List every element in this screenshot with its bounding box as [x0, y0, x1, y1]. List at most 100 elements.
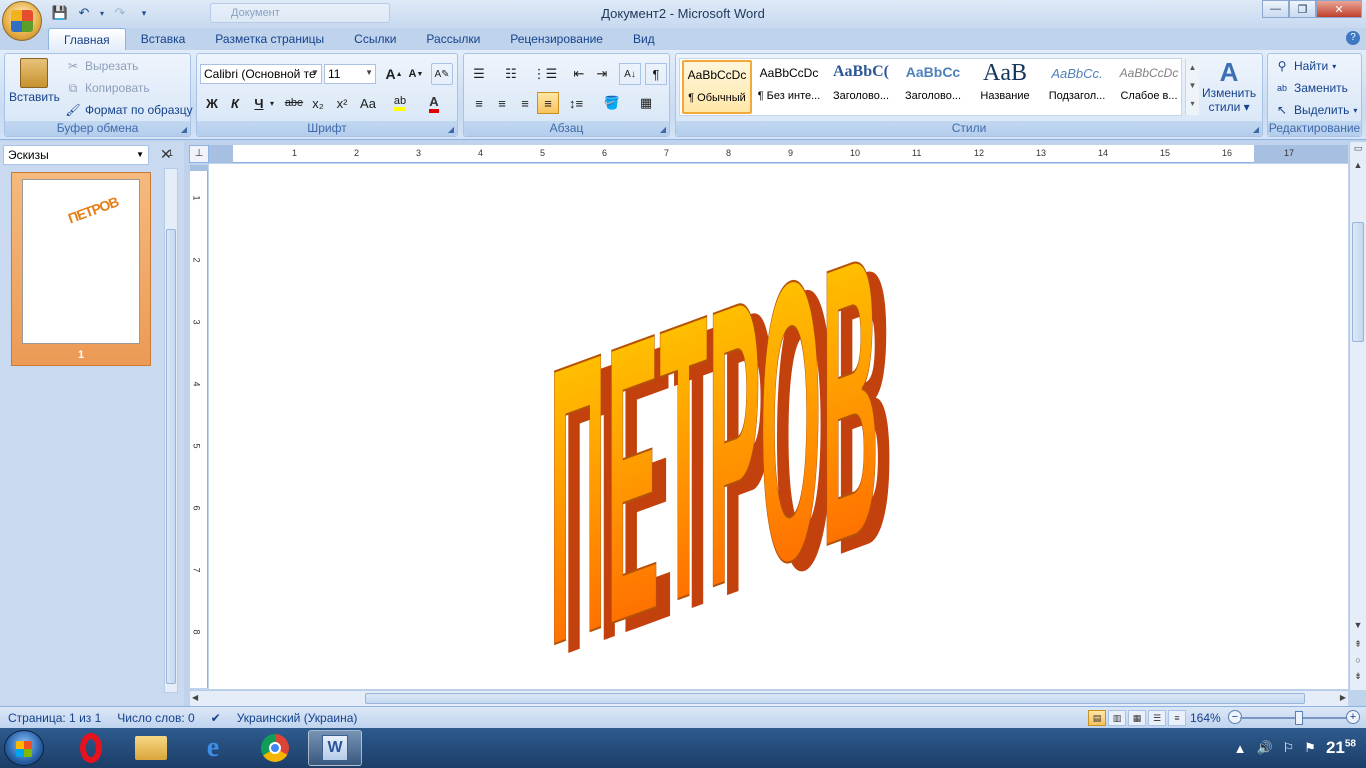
customize-qat-icon[interactable]: ▾ — [134, 4, 154, 22]
font-size-select[interactable]: 11 ▼ — [324, 64, 376, 84]
help-icon[interactable]: ? — [1346, 31, 1360, 45]
tab-review[interactable]: Рецензирование — [495, 28, 618, 50]
close-button[interactable]: ✕ — [1316, 0, 1362, 18]
pane-scroll-thumb[interactable] — [166, 229, 176, 684]
numbering-icon[interactable]: ☷ — [500, 63, 522, 85]
word-taskbar-icon[interactable]: W — [308, 730, 362, 766]
horizontal-ruler[interactable]: 1 1 2 3 4 5 6 7 8 9 10 11 12 13 14 15 16 17 — [168, 145, 1348, 163]
word-count[interactable]: Число слов: 0 — [109, 711, 202, 725]
style-normal[interactable]: AaBbCcDc ¶ Обычный — [682, 60, 752, 114]
grow-font-button[interactable]: A ▲ — [383, 63, 405, 85]
volume-icon[interactable]: 🔊 — [1256, 740, 1272, 756]
style-heading-2[interactable]: AaBbCc Заголово... — [898, 60, 968, 114]
superscript-button[interactable]: x² — [331, 92, 353, 114]
font-color-icon[interactable]: A — [423, 92, 445, 114]
web-layout-icon[interactable]: ▦ — [1128, 710, 1146, 726]
style-title[interactable]: AaB Название — [970, 60, 1040, 114]
start-button[interactable] — [4, 730, 44, 766]
network-icon[interactable]: ⚐ — [1283, 740, 1295, 756]
pane-scrollbar[interactable] — [164, 168, 178, 693]
clear-formatting-icon[interactable]: A✎ — [431, 63, 453, 85]
draft-icon[interactable]: ≡ — [1168, 710, 1186, 726]
font-name-select[interactable]: Calibri (Основной те ▼ — [200, 64, 322, 84]
browse-object-icon[interactable]: ○ — [1351, 655, 1365, 669]
format-painter-button[interactable]: 🖌 Формат по образцу — [65, 102, 192, 118]
internet-explorer-taskbar-icon[interactable]: e — [186, 730, 240, 766]
zoom-slider-knob[interactable] — [1295, 711, 1303, 725]
opera-taskbar-icon[interactable] — [64, 730, 118, 766]
justify-icon[interactable]: ≡ — [537, 92, 559, 114]
tab-home[interactable]: Главная — [48, 28, 126, 50]
scroll-right-icon[interactable]: ▶ — [1340, 693, 1346, 702]
replace-button[interactable]: ab Заменить — [1274, 80, 1348, 96]
shrink-font-button[interactable]: A ▼ — [405, 63, 427, 85]
highlight-color-icon[interactable]: ab — [389, 92, 411, 114]
underline-dropdown-icon[interactable]: ▾ — [267, 92, 277, 114]
copy-button[interactable]: ⧉ Копировать — [65, 80, 150, 96]
tab-selector[interactable]: ⊥ — [189, 145, 209, 163]
full-screen-reading-icon[interactable]: ▥ — [1108, 710, 1126, 726]
style-subtitle[interactable]: AaBbCc. Подзагол... — [1042, 60, 1112, 114]
increase-indent-icon[interactable]: ⇥ — [591, 63, 613, 85]
tab-page-layout[interactable]: Разметка страницы — [200, 28, 339, 50]
style-subtle-emphasis[interactable]: AaBbCcDc Слабое в... — [1114, 60, 1184, 114]
previous-page-icon[interactable]: ⇞ — [1351, 639, 1365, 653]
explorer-taskbar-icon[interactable] — [124, 730, 178, 766]
page-thumbnail[interactable]: ПЕТРОВ 1 — [11, 172, 151, 366]
document-page[interactable]: ПЕТРОВ ПЕТРОВ — [209, 164, 1348, 689]
bold-button[interactable]: Ж — [201, 92, 223, 114]
scroll-down-icon[interactable]: ▼ — [1351, 620, 1365, 634]
tab-insert[interactable]: Вставка — [126, 28, 201, 50]
office-button[interactable] — [2, 1, 42, 41]
horizontal-scrollbar[interactable]: ◀ ▶ — [190, 690, 1348, 706]
print-layout-icon[interactable]: ▤ — [1088, 710, 1106, 726]
decrease-indent-icon[interactable]: ⇤ — [568, 63, 590, 85]
action-center-icon[interactable]: ⚑ — [1304, 740, 1316, 756]
paste-button[interactable]: Вставить — [9, 58, 60, 104]
pane-view-select[interactable]: Эскизы ▼ — [3, 145, 149, 165]
bullets-icon[interactable]: ☰ — [468, 63, 490, 85]
align-left-icon[interactable]: ≡ — [468, 92, 490, 114]
italic-button[interactable]: К — [224, 92, 246, 114]
outline-icon[interactable]: ☰ — [1148, 710, 1166, 726]
change-styles-button[interactable]: A Изменить стили ▾ — [1202, 58, 1256, 114]
clock[interactable]: 2158 — [1326, 738, 1356, 758]
save-icon[interactable]: 💾 — [50, 4, 70, 22]
language[interactable]: Украинский (Украина) — [229, 711, 366, 725]
font-launcher-icon[interactable]: ◢ — [448, 125, 454, 134]
minimize-button[interactable]: — — [1262, 0, 1289, 18]
zoom-level[interactable]: 164% — [1190, 711, 1221, 725]
show-formatting-icon[interactable]: ¶ — [645, 63, 667, 85]
zoom-in-icon[interactable]: + — [1346, 710, 1360, 724]
align-right-icon[interactable]: ≡ — [514, 92, 536, 114]
next-page-icon[interactable]: ⇟ — [1351, 671, 1365, 685]
vertical-scrollbar[interactable]: ▭ ▲ ▼ ⇞ ○ ⇟ — [1349, 142, 1366, 690]
styles-launcher-icon[interactable]: ◢ — [1253, 125, 1259, 134]
show-hidden-icons-icon[interactable]: ▲ — [1234, 741, 1247, 756]
cut-button[interactable]: ✂ Вырезать — [65, 58, 138, 74]
wordart-object[interactable]: ПЕТРОВ ПЕТРОВ — [539, 184, 959, 664]
chrome-taskbar-icon[interactable] — [248, 730, 302, 766]
tab-references[interactable]: Ссылки — [339, 28, 411, 50]
scroll-up-icon[interactable]: ▲ — [1351, 160, 1365, 174]
style-heading-1[interactable]: AaBbC( Заголово... — [826, 60, 896, 114]
undo-icon[interactable]: ↶ — [74, 4, 94, 22]
tab-mailings[interactable]: Рассылки — [411, 28, 495, 50]
borders-icon[interactable]: ▦ — [635, 92, 657, 114]
gallery-scroll[interactable]: ▲ ▼ ▾ — [1185, 59, 1199, 115]
tab-view[interactable]: Вид — [618, 28, 670, 50]
style-no-spacing[interactable]: AaBbCcDc ¶ Без инте... — [754, 60, 824, 114]
scroll-left-icon[interactable]: ◀ — [192, 693, 198, 702]
vertical-ruler[interactable]: 1 2 3 4 5 6 7 8 — [190, 165, 208, 688]
align-center-icon[interactable]: ≡ — [491, 92, 513, 114]
maximize-button[interactable]: ❐ — [1289, 0, 1316, 18]
vertical-scroll-thumb[interactable] — [1352, 222, 1364, 342]
strikethrough-button[interactable]: abe — [283, 92, 305, 114]
clipboard-launcher-icon[interactable]: ◢ — [181, 125, 187, 134]
undo-dropdown-icon[interactable]: ▾ — [98, 4, 106, 22]
paragraph-launcher-icon[interactable]: ◢ — [660, 125, 666, 134]
proofing-icon[interactable]: ✔ — [203, 711, 229, 725]
change-case-button[interactable]: Aa — [357, 92, 379, 114]
find-button[interactable]: ⚲ Найти ▾ — [1274, 58, 1337, 74]
zoom-slider[interactable] — [1240, 711, 1350, 725]
